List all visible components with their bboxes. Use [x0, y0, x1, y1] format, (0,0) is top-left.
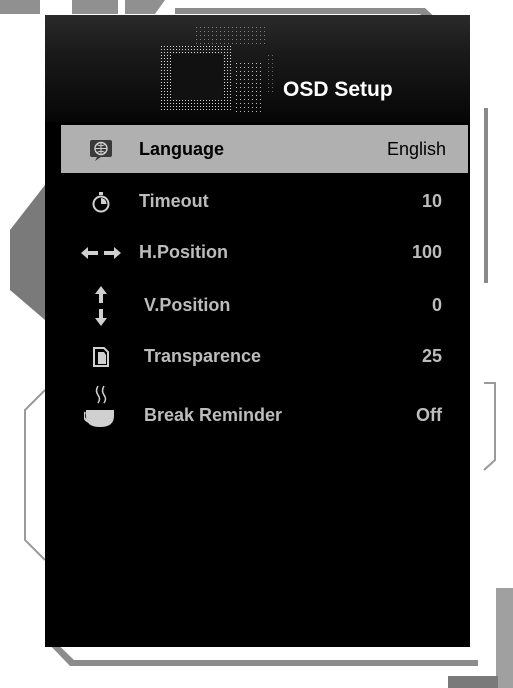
language-label: Language	[139, 139, 225, 159]
menu-item-language[interactable]: Language English	[61, 125, 468, 173]
v-position-label: V.Position	[144, 295, 231, 315]
break-reminder-label: Break Reminder	[144, 405, 283, 425]
osd-panel: OSD Setup Language English Timeout 10 H.…	[45, 15, 470, 647]
language-value: English	[386, 139, 446, 159]
coffee-cup-icon	[81, 383, 121, 429]
timeout-label: Timeout	[139, 191, 209, 211]
break-reminder-value: Off	[416, 405, 442, 425]
horizontal-arrows-icon	[81, 241, 121, 265]
timeout-value: 10	[421, 191, 442, 211]
transparence-icon	[81, 345, 121, 369]
menu-item-break-reminder[interactable]: Break Reminder Off	[61, 385, 468, 439]
transparence-value: 25	[421, 346, 442, 366]
osd-header: OSD Setup	[45, 15, 470, 122]
h-position-label: H.Position	[139, 242, 228, 262]
vertical-arrows-icon	[81, 285, 121, 327]
menu-item-v-position[interactable]: V.Position 0	[61, 281, 468, 329]
v-position-value: 0	[431, 295, 442, 315]
timeout-icon	[81, 190, 121, 214]
menu-item-h-position[interactable]: H.Position 100	[61, 228, 468, 276]
page-title: OSD Setup	[283, 78, 393, 101]
menu-item-timeout[interactable]: Timeout 10	[61, 177, 468, 225]
h-position-value: 100	[411, 242, 442, 262]
transparence-label: Transparence	[144, 346, 262, 366]
language-icon	[81, 138, 121, 162]
menu-item-transparence[interactable]: Transparence 25	[61, 332, 468, 380]
